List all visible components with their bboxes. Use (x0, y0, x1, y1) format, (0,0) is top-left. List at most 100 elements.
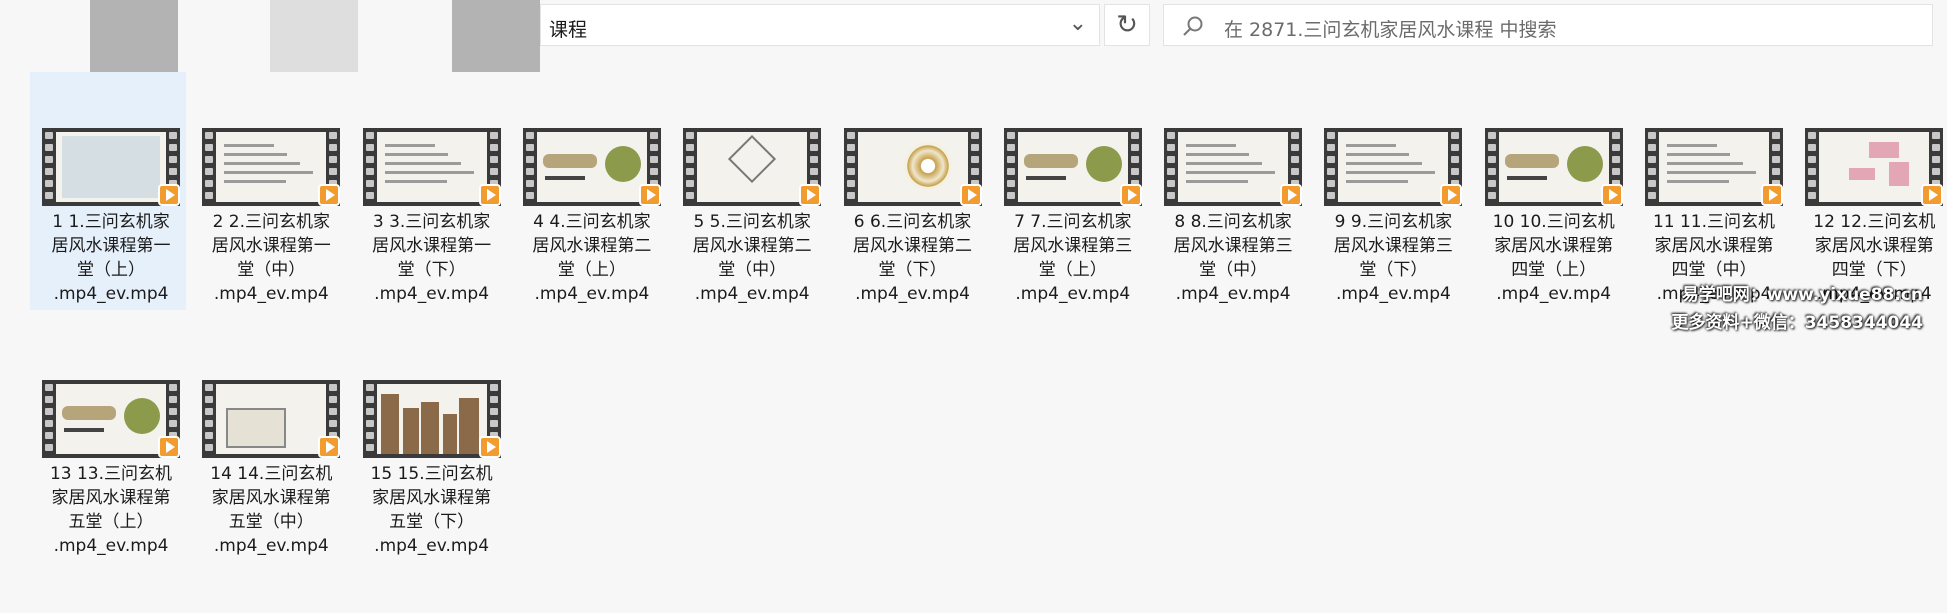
file-name-line: .mp4_ev.mp4 (855, 284, 970, 304)
video-thumbnail[interactable] (42, 128, 180, 206)
redacted-block (452, 0, 540, 72)
redacted-block (270, 0, 358, 72)
file-name-line: 8 8.三问玄机家 (1174, 212, 1292, 232)
play-icon (959, 184, 982, 206)
file-name-line: .mp4_ev.mp4 (213, 284, 329, 304)
video-thumbnail[interactable] (683, 128, 822, 206)
file-name-line: 五堂（上） (68, 512, 154, 532)
file-name-line: .mp4_ev.mp4 (374, 284, 490, 304)
file-name-line: 堂（中） (1199, 260, 1268, 280)
thumbnail-frame (56, 384, 166, 454)
file-name-line: 家居风水课程第 (211, 488, 331, 508)
play-icon (1119, 184, 1142, 206)
file-name-line: 居风水课程第二 (853, 236, 972, 256)
watermark-line1: 易学吧网：www.yixue88.cn (1681, 285, 1923, 305)
file-name-line: 10 10.三问玄机 (1492, 212, 1615, 232)
redacted-block (90, 0, 178, 72)
file-name: 8 8.三问玄机家 居风水课程第三 堂（中） .mp4_ev.mp4 (1158, 210, 1308, 306)
file-name-line: 四堂（上） (1511, 260, 1597, 280)
video-thumbnail[interactable] (1805, 128, 1944, 206)
search-placeholder: 在 2871.三问玄机家居风水课程 中搜索 (1224, 19, 1557, 41)
film-strip-icon (1805, 128, 1820, 206)
file-name: 14 14.三问玄机 家居风水课程第 五堂（中） .mp4_ev.mp4 (196, 462, 346, 558)
file-name-line: 居风水课程第三 (1013, 236, 1133, 256)
thumbnail-frame (857, 132, 968, 202)
play-icon (1921, 184, 1944, 206)
file-name-line: 堂（中） (237, 260, 306, 280)
search-box[interactable]: 在 2871.三问玄机家居风水课程 中搜索 (1163, 4, 1933, 46)
file-name-line: .mp4_ev.mp4 (534, 284, 650, 304)
film-strip-icon (683, 128, 698, 206)
film-strip-icon (1003, 128, 1018, 206)
film-strip-icon (1324, 128, 1339, 206)
thumbnail-frame (1017, 132, 1128, 202)
thumbnail-frame (216, 132, 327, 202)
video-thumbnail[interactable] (202, 128, 341, 206)
thumbnail-frame (1178, 132, 1289, 202)
file-name-line: 12 12.三问玄机 (1813, 212, 1936, 232)
play-icon (1761, 184, 1783, 206)
file-name-line: 五堂（下） (389, 512, 475, 532)
video-thumbnail[interactable] (843, 128, 982, 206)
file-name: 7 7.三问玄机家 居风水课程第三 堂（上） .mp4_ev.mp4 (998, 210, 1148, 306)
refresh-button[interactable]: ↻ (1104, 4, 1150, 46)
file-name: 6 6.三问玄机家 居风水课程第二 堂（下） .mp4_ev.mp4 (838, 210, 988, 306)
file-name-line: 13 13.三问玄机 (49, 464, 173, 484)
address-bar[interactable]: 课程 ⌄ (540, 4, 1100, 46)
video-thumbnail[interactable] (42, 380, 180, 458)
thumbnail-frame (376, 384, 487, 454)
video-thumbnail[interactable] (1645, 128, 1783, 206)
play-icon (1280, 184, 1303, 206)
file-name-line: 五堂（中） (228, 512, 314, 532)
play-icon (799, 184, 822, 206)
file-name-line: .mp4_ev.mp4 (53, 284, 169, 304)
thumbnail-frame (1819, 132, 1930, 202)
file-name-line: 四堂（中） (1671, 260, 1757, 280)
file-name-line: .mp4_ev.mp4 (374, 536, 490, 556)
file-name: 5 5.三问玄机家 居风水课程第二 堂（中） .mp4_ev.mp4 (677, 210, 827, 306)
file-name: 13 13.三问玄机 家居风水课程第 五堂（上） .mp4_ev.mp4 (36, 462, 186, 558)
play-icon (1440, 184, 1463, 206)
file-name-line: 9 9.三问玄机家 (1334, 212, 1453, 232)
file-name-line: 堂（上） (557, 260, 626, 280)
file-name-line: 家居风水课程第 (1494, 236, 1614, 256)
file-name-line: .mp4_ev.mp4 (1015, 284, 1131, 304)
film-strip-icon (42, 380, 56, 458)
video-thumbnail[interactable] (1003, 128, 1142, 206)
film-strip-icon (362, 128, 377, 206)
file-name-line: 居风水课程第一 (51, 236, 171, 256)
video-thumbnail[interactable] (1324, 128, 1463, 206)
file-name-line: 居风水课程第一 (211, 236, 331, 256)
file-name-line: 7 7.三问玄机家 (1014, 212, 1132, 232)
thumbnail-frame (376, 132, 487, 202)
video-thumbnail[interactable] (1484, 128, 1623, 206)
chevron-down-icon[interactable]: ⌄ (1069, 11, 1087, 36)
film-strip-icon (843, 128, 858, 206)
video-thumbnail[interactable] (362, 128, 501, 206)
film-strip-icon (202, 380, 217, 458)
file-name-line: 居风水课程第三 (1173, 236, 1293, 256)
toolbar: 课程 ⌄ ↻ 在 2871.三问玄机家居风水课程 中搜索 (0, 0, 1947, 72)
file-name-line: 6 6.三问玄机家 (853, 212, 972, 232)
video-thumbnail[interactable] (1164, 128, 1303, 206)
file-name-line: 居风水课程第三 (1333, 236, 1453, 256)
film-strip-icon (522, 128, 537, 206)
file-name-line: 4 4.三问玄机家 (533, 212, 651, 232)
video-thumbnail[interactable] (202, 380, 341, 458)
watermark-line2: 更多资料+微信：3458344044 (1671, 313, 1923, 333)
thumbnail-frame (56, 132, 166, 202)
video-thumbnail[interactable] (362, 380, 501, 458)
file-name-line: 堂（中） (718, 260, 787, 280)
video-thumbnail[interactable] (522, 128, 661, 206)
film-strip-icon (42, 128, 56, 206)
file-name-line: 14 14.三问玄机 (210, 464, 333, 484)
thumbnail-frame (1659, 132, 1769, 202)
file-name-line: 堂（上） (77, 260, 145, 280)
refresh-icon: ↻ (1116, 10, 1138, 40)
file-name-line: 5 5.三问玄机家 (693, 212, 811, 232)
play-icon (1600, 184, 1623, 206)
file-name-line: .mp4_ev.mp4 (53, 536, 169, 556)
file-name-line: .mp4_ev.mp4 (213, 536, 329, 556)
thumbnail-frame (697, 132, 808, 202)
play-icon (478, 436, 501, 458)
